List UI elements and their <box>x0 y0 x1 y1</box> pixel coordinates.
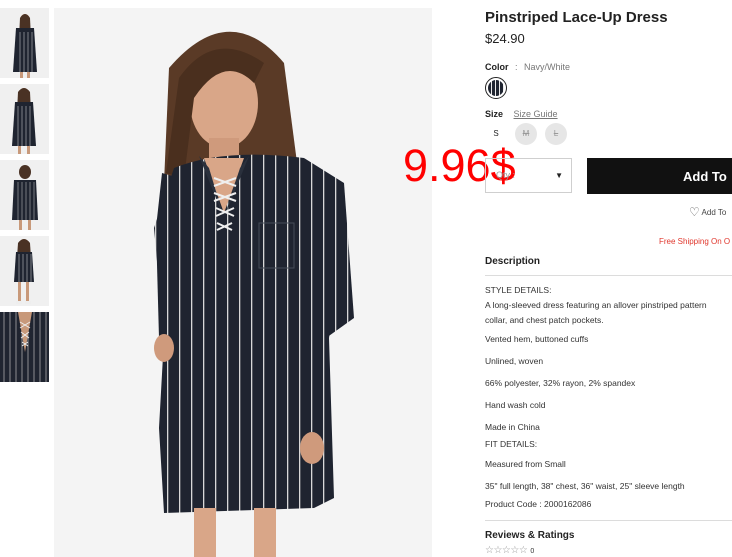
measured-detail: Measured from Small <box>485 459 566 469</box>
quantity-placeholder: Qty : <box>496 170 516 180</box>
color-value: Navy/White <box>524 62 571 72</box>
star-icons: ☆☆☆☆☆ <box>485 545 528 556</box>
fit-details-heading: FIT DETAILS: <box>485 439 538 449</box>
free-shipping-link[interactable]: Free Shipping On O <box>659 237 730 246</box>
thumbnail-3[interactable] <box>0 160 49 230</box>
thumbnail-gallery <box>0 8 49 388</box>
hem-detail: Vented hem, buttoned cuffs <box>485 334 589 344</box>
color-separator: : <box>515 62 518 72</box>
care-detail: Hand wash cold <box>485 400 546 410</box>
product-details-panel: Pinstriped Lace-Up Dress $24.90 Color : … <box>485 0 732 557</box>
thumbnail-5[interactable] <box>0 312 49 382</box>
add-to-bag-button[interactable]: Add To <box>587 158 732 194</box>
product-title: Pinstriped Lace-Up Dress <box>485 9 668 26</box>
heart-icon: ♡ <box>689 205 700 219</box>
measurements-detail: 35" full length, 38" chest, 36" waist, 2… <box>485 481 685 491</box>
divider <box>485 275 732 276</box>
size-row: Size Size Guide <box>485 109 558 119</box>
size-label: Size <box>485 109 504 119</box>
thumbnail-4[interactable] <box>0 236 49 306</box>
wishlist-label: Add To <box>701 208 727 217</box>
chevron-down-icon: ▼ <box>555 171 563 180</box>
color-row: Color : Navy/White <box>485 62 570 72</box>
style-details-text-cont: collar, and chest patch pockets. <box>485 315 604 325</box>
lining-detail: Unlined, woven <box>485 356 544 366</box>
size-option-m[interactable]: M <box>515 123 537 145</box>
style-details-text: A long-sleeved dress featuring an allove… <box>485 300 707 310</box>
description-heading[interactable]: Description <box>485 256 540 267</box>
size-option-l[interactable]: L <box>545 123 567 145</box>
reviews-heading[interactable]: Reviews & Ratings <box>485 530 574 541</box>
rating-stars: ☆☆☆☆☆ 0 <box>485 545 534 556</box>
quantity-select[interactable]: Qty : ▼ <box>485 158 572 193</box>
add-to-wishlist-link[interactable]: ♡ Add To <box>689 205 726 219</box>
origin-detail: Made in China <box>485 422 540 432</box>
size-guide-link[interactable]: Size Guide <box>514 109 558 119</box>
review-count: 0 <box>530 548 535 555</box>
divider <box>485 520 732 521</box>
size-option-s[interactable]: S <box>485 123 507 145</box>
product-price: $24.90 <box>485 31 525 46</box>
main-product-image[interactable] <box>54 8 432 557</box>
color-swatch-navy-white[interactable] <box>485 77 507 99</box>
thumbnail-2[interactable] <box>0 84 49 154</box>
product-code: Product Code : 2000162086 <box>485 499 592 509</box>
thumbnail-1[interactable] <box>0 8 49 78</box>
style-details-heading: STYLE DETAILS: <box>485 285 552 295</box>
swatch-fill <box>488 80 504 96</box>
color-label: Color <box>485 62 509 72</box>
fabric-detail: 66% polyester, 32% rayon, 2% spandex <box>485 378 636 388</box>
